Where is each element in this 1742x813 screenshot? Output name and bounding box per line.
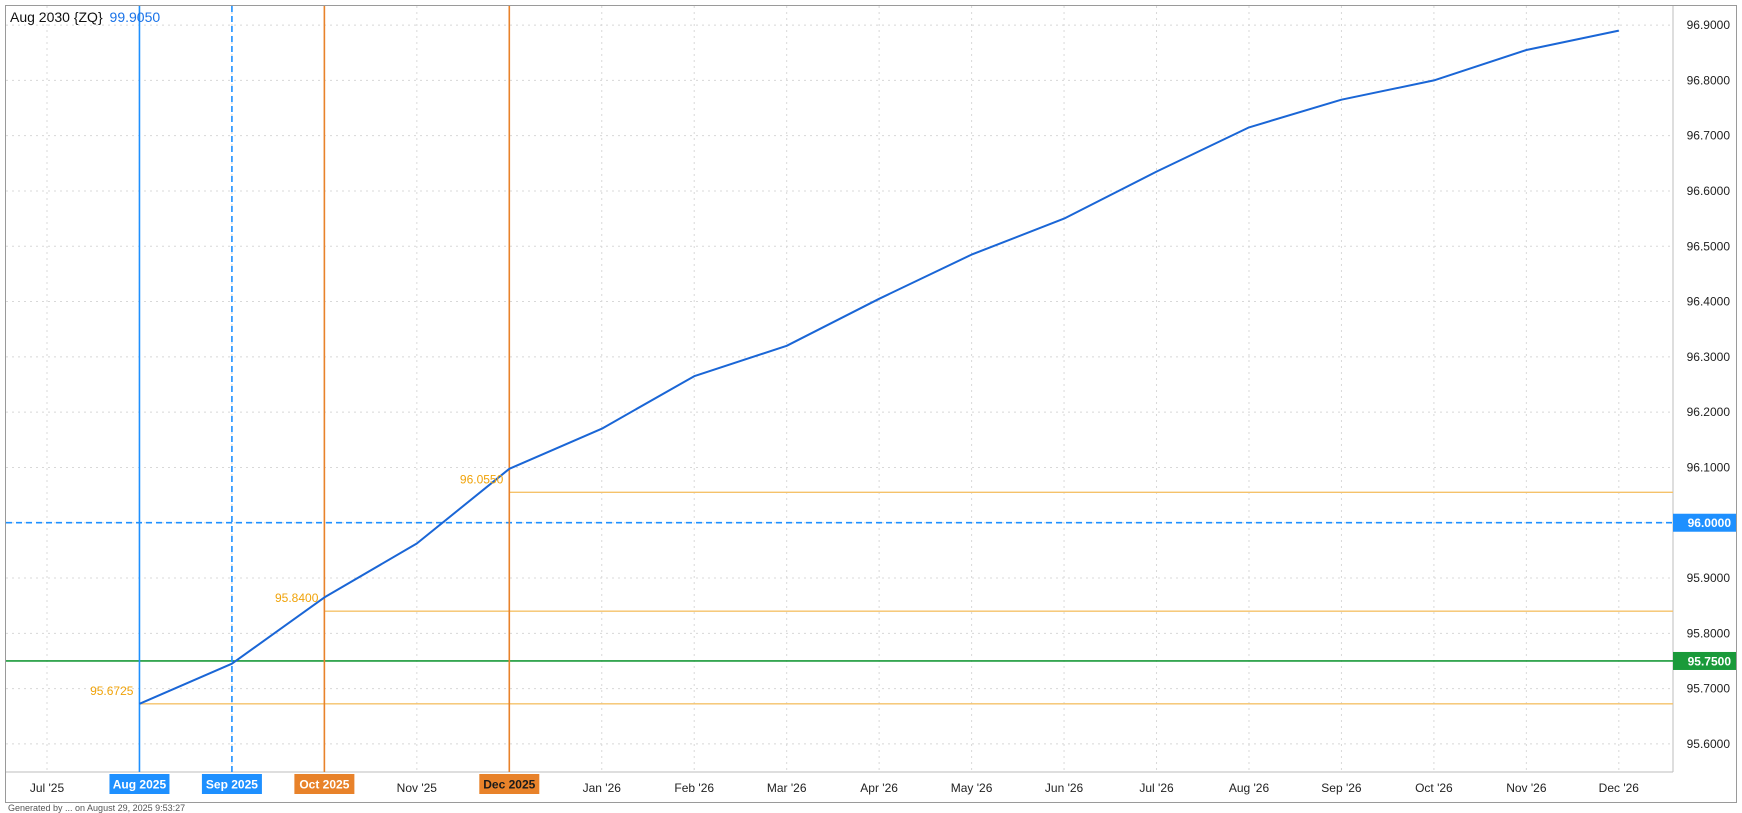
y-tick-label: 96.9000 [1687,18,1731,32]
x-tick-label: Mar '26 [767,781,807,795]
symbol-label: Aug 2030 {ZQ} [10,9,103,25]
x-tick-label: Nov '25 [397,781,438,795]
footer-note: Generated by ... on August 29, 2025 9:53… [8,803,186,813]
x-tick-label: Sep '26 [1321,781,1362,795]
y-tick-label: 95.7000 [1687,682,1731,696]
x-tick-label: Jan '26 [583,781,622,795]
value-badge-label: 95.7500 [1688,654,1732,668]
y-tick-label: 96.6000 [1687,184,1731,198]
y-tick-label: 96.5000 [1687,239,1731,253]
threshold-label: 96.0550 [460,472,504,486]
x-tick-badge-label: Dec 2025 [483,778,535,792]
y-tick-label: 96.4000 [1687,295,1731,309]
x-tick-label: May '26 [951,781,993,795]
chart-header: Aug 2030 {ZQ} 99.9050 [10,9,160,25]
y-tick-label: 96.1000 [1687,460,1731,474]
x-tick-label: Jul '25 [30,781,65,795]
y-tick-label: 95.9000 [1687,571,1731,585]
x-tick-badge-label: Sep 2025 [206,778,258,792]
y-tick-label: 95.6000 [1687,737,1731,751]
x-tick-label: Dec '26 [1599,781,1640,795]
x-tick-badge-label: Oct 2025 [299,778,349,792]
x-tick-label: Jul '26 [1139,781,1174,795]
x-tick-label: Apr '26 [860,781,898,795]
y-tick-label: 95.8000 [1687,626,1731,640]
y-tick-label: 96.8000 [1687,73,1731,87]
x-tick-label: Oct '26 [1415,781,1453,795]
x-tick-label: Feb '26 [674,781,714,795]
threshold-label: 95.6725 [90,684,134,698]
x-tick-label: Nov '26 [1506,781,1547,795]
y-tick-label: 96.7000 [1687,129,1731,143]
x-tick-label: Aug '26 [1229,781,1270,795]
x-tick-label: Jun '26 [1045,781,1084,795]
y-tick-label: 96.2000 [1687,405,1731,419]
x-tick-badge-label: Aug 2025 [113,778,167,792]
y-tick-label: 96.3000 [1687,350,1731,364]
futures-curve-chart[interactable]: 95.6725 95.8400 96.0550 95.6000 95.7000 95.80… [0,0,1742,808]
last-value: 99.9050 [109,9,161,25]
value-badge-label: 96.0000 [1688,516,1732,530]
threshold-label: 95.8400 [275,591,319,605]
